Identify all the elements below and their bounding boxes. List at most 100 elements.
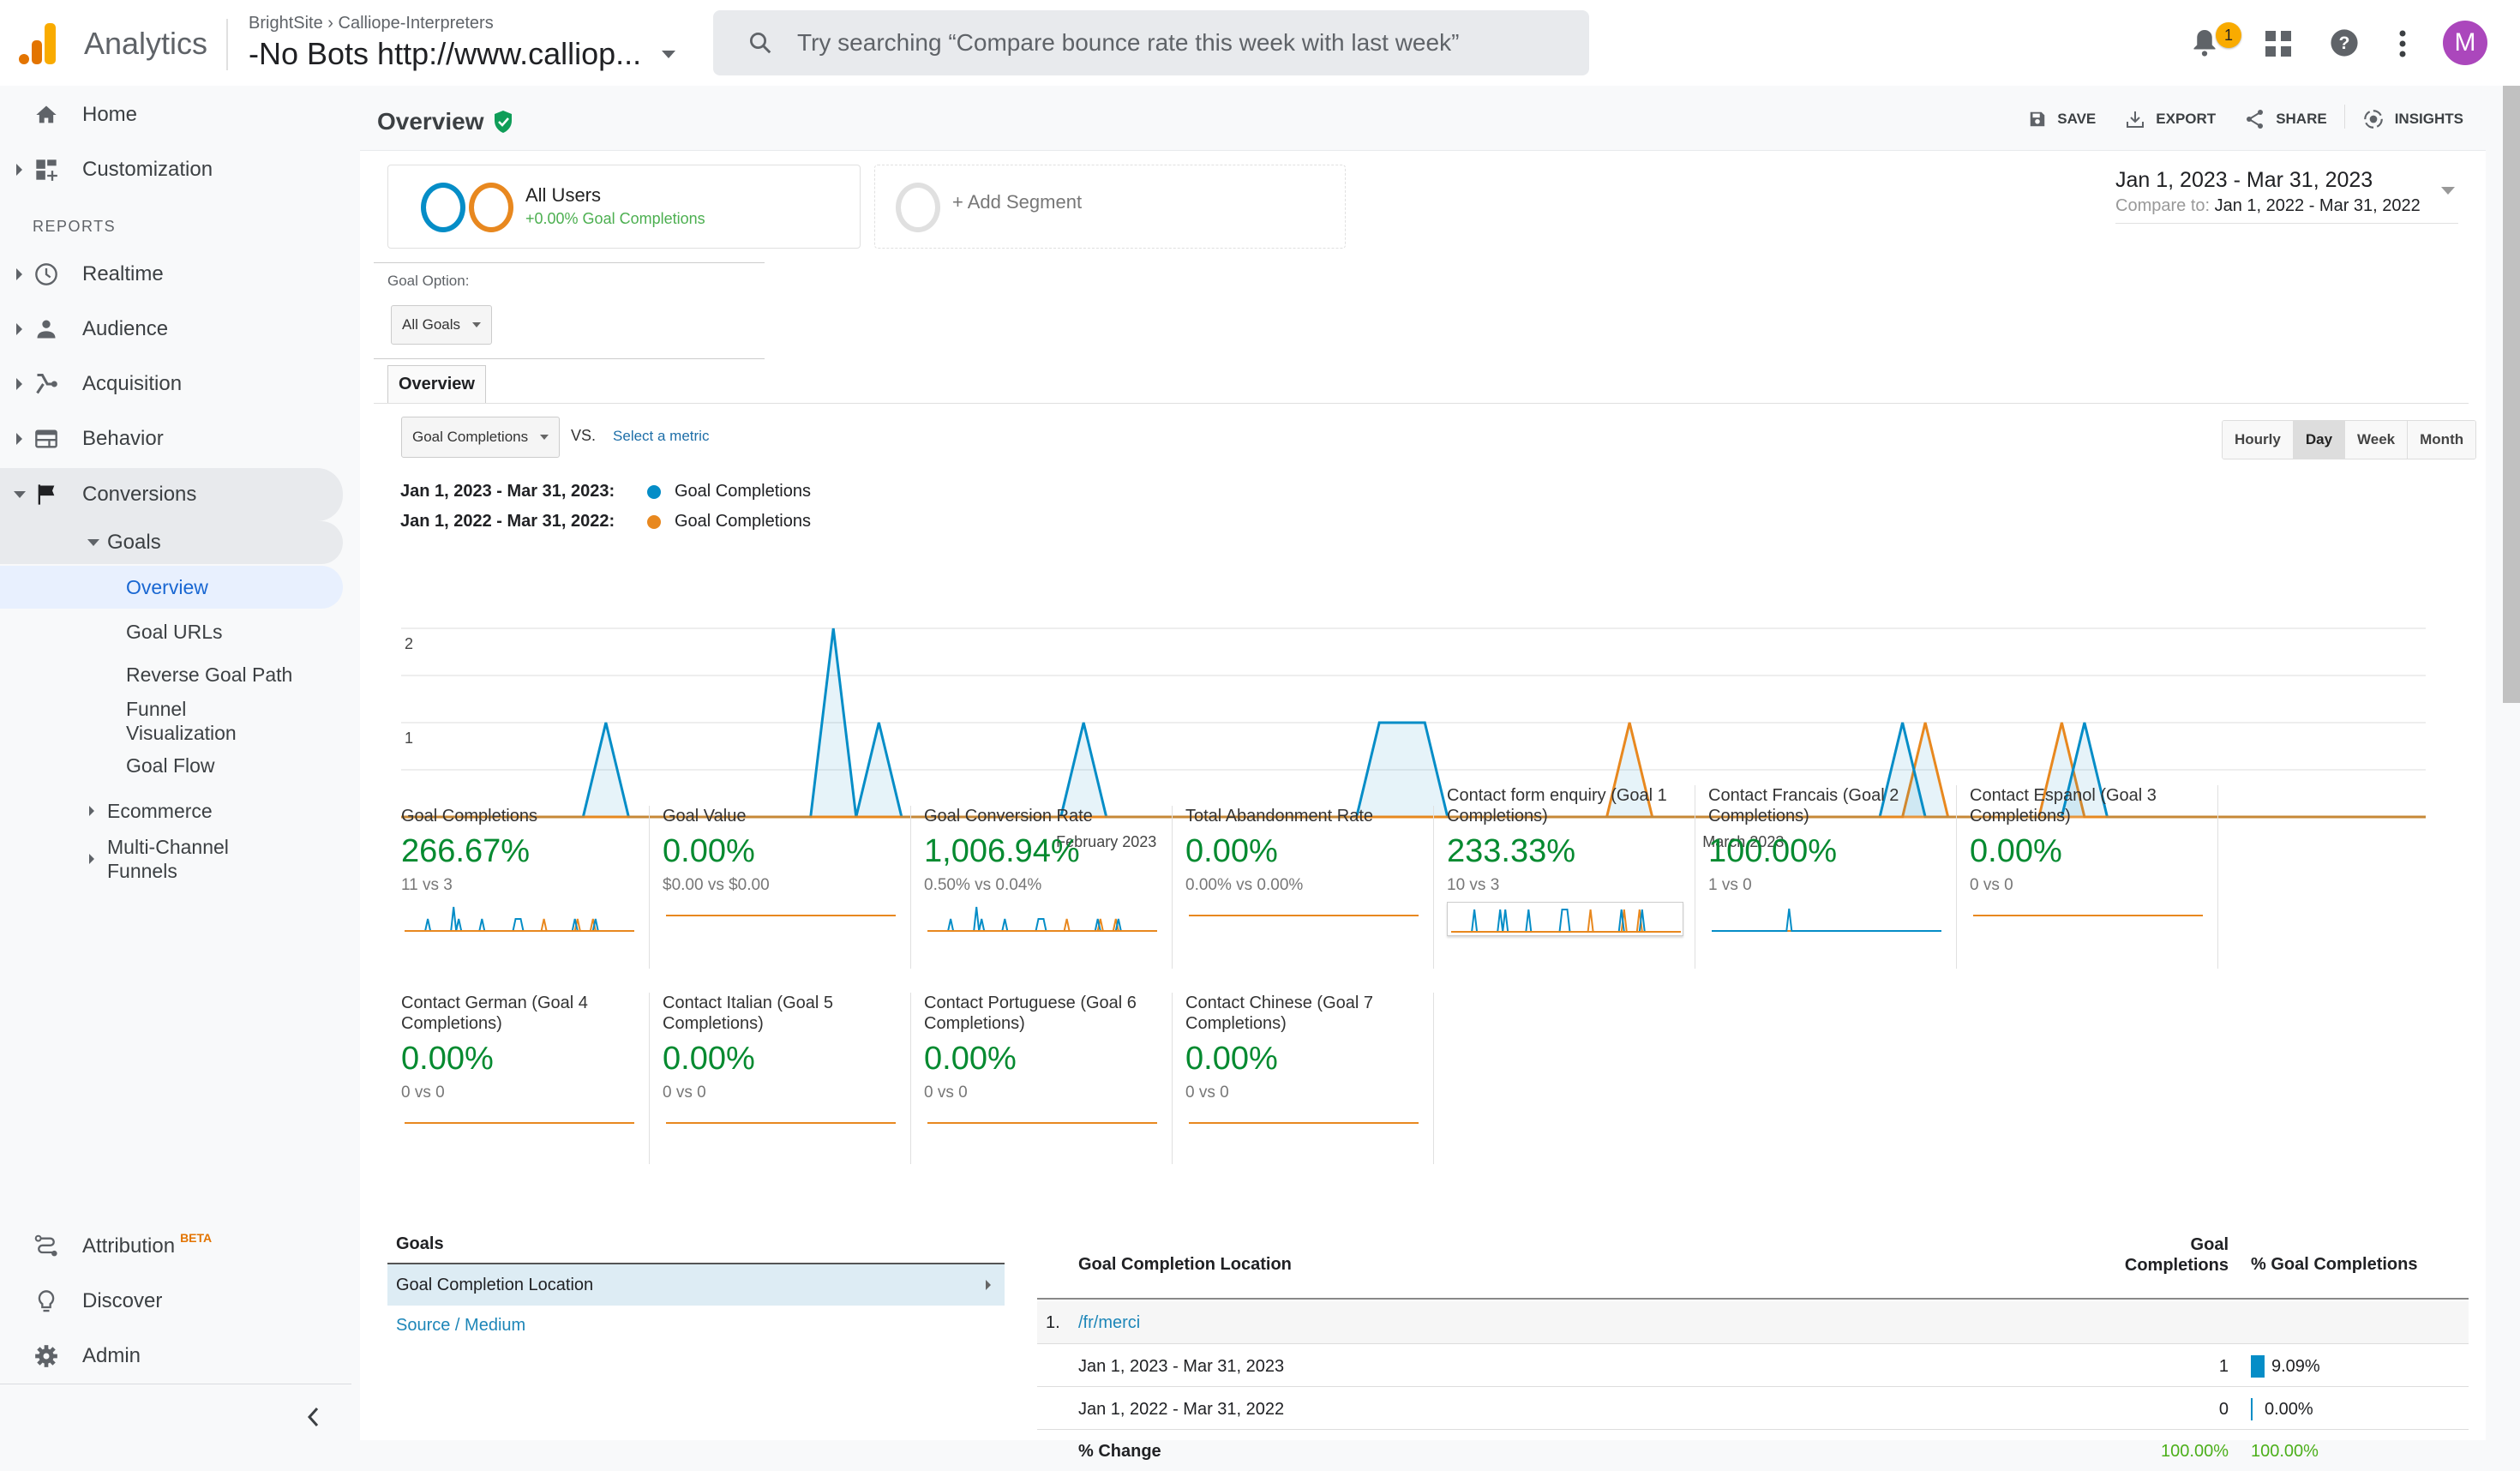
granularity-month[interactable]: Month [2408, 421, 2476, 459]
sidebar-item-admin[interactable]: Admin [0, 1330, 343, 1382]
sidebar-item-ecommerce[interactable]: Ecommerce [0, 785, 343, 837]
sidebar-item-acquisition[interactable]: Acquisition [0, 358, 343, 410]
share-button[interactable]: SHARE [2245, 108, 2327, 130]
scorecard-title: Contact Francais (Goal 2 Completions) [1708, 786, 1899, 826]
table-row-previous: Jan 1, 2022 - Mar 31, 2022 0 0.00% [1037, 1389, 2469, 1430]
select-metric-link[interactable]: Select a metric [613, 428, 709, 444]
scorecard[interactable]: Goal Conversion Rate 1,006.94% 0.50% vs 0.… [924, 806, 1173, 969]
gear-icon [35, 1345, 57, 1367]
more-vert-icon [2399, 30, 2406, 57]
vs-text: VS. [571, 427, 597, 444]
save-button[interactable]: SAVE [2028, 108, 2096, 130]
dashboard-customize-icon [36, 159, 57, 181]
expand-arrow-icon [89, 854, 94, 864]
sidebar-item-goal-urls[interactable]: Goal URLs [0, 612, 343, 651]
view-selector[interactable]: -No Bots http://www.calliop... [249, 36, 676, 72]
acquisition-merge-icon [36, 373, 57, 394]
breadcrumb[interactable]: BrightSite › Calliope-Interpreters [249, 14, 494, 33]
analytics-logo-icon[interactable] [19, 23, 57, 64]
expand-arrow-icon [16, 164, 22, 176]
scorecard[interactable]: Goal Completions 266.67% 11 vs 3 [401, 806, 650, 969]
row-index: 1. [1046, 1313, 1060, 1332]
scorecard-comparison: 0 vs 0 [1185, 1084, 1229, 1102]
page-title-text: Overview [377, 108, 484, 135]
segment-all-users[interactable]: All Users +0.00% Goal Completions [387, 165, 861, 249]
granularity-week[interactable]: Week [2345, 421, 2409, 459]
home-icon [36, 105, 57, 123]
collapse-sidebar-button[interactable] [305, 1406, 321, 1432]
add-segment-button[interactable]: + Add Segment [874, 165, 1346, 249]
column-header-completions[interactable]: Goal Completions [2117, 1234, 2229, 1276]
divider [2343, 105, 2345, 129]
scorecard[interactable]: Goal Value 0.00% $0.00 vs $0.00 [663, 806, 911, 969]
granularity-hourly[interactable]: Hourly [2223, 421, 2294, 459]
avatar[interactable]: M [2443, 21, 2487, 65]
table-row: 1. /fr/merci [1037, 1301, 2469, 1344]
help-button[interactable]: ? [2330, 28, 2359, 62]
chevron-right-icon: › [327, 14, 339, 33]
column-header-location[interactable]: Goal Completion Location [1078, 1255, 1292, 1275]
sidebar-item-goals-overview[interactable]: Overview [0, 566, 343, 609]
scorecard[interactable]: Total Abandonment Rate 0.00% 0.00% vs 0.00… [1185, 806, 1434, 969]
sparkline [405, 906, 634, 932]
sidebar-item-discover[interactable]: Discover [0, 1276, 343, 1327]
report-actions: SAVE EXPORT SHARE INSIGHTS [2028, 105, 2463, 130]
notifications-button[interactable]: 1 [2192, 22, 2241, 63]
scorecard[interactable]: Contact Portuguese (Goal 6 Completions) 0… [924, 993, 1173, 1164]
dimension-source-medium[interactable]: Source / Medium [387, 1306, 1005, 1346]
sidebar-item-audience[interactable]: Audience [0, 303, 343, 355]
search-bar[interactable] [713, 10, 1589, 75]
granularity-day[interactable]: Day [2293, 421, 2346, 459]
scorecard-value: 233.33% [1447, 833, 1576, 869]
completions-value: 1 [2218, 1357, 2229, 1376]
legend-period: Jan 1, 2023 - Mar 31, 2023: [400, 482, 615, 501]
view-name: -No Bots http://www.calliop... [249, 36, 642, 71]
sidebar-item-realtime[interactable]: Realtime [0, 249, 343, 300]
row-location-link[interactable]: /fr/merci [1078, 1313, 1140, 1333]
legend-dot-blue-icon [647, 484, 661, 499]
date-range-primary: Jan 1, 2023 - Mar 31, 2023 [2115, 168, 2373, 192]
scorecard[interactable]: Contact Chinese (Goal 7 Completions) 0.00… [1185, 993, 1434, 1164]
scorecard[interactable]: Contact German (Goal 4 Completions) 0.00%… [401, 993, 650, 1164]
more-options-button[interactable] [2397, 29, 2408, 63]
sidebar-item-label: Behavior [82, 427, 164, 450]
sidebar-item-reverse-goal-path[interactable]: Reverse Goal Path [0, 655, 343, 694]
sidebar-item-goals[interactable]: Goals [0, 521, 343, 564]
sidebar-item-customization[interactable]: Customization [0, 144, 343, 195]
collapse-arrow-icon [87, 539, 99, 546]
apps-button[interactable] [2265, 31, 2291, 61]
change-completions: 100.00% [2161, 1442, 2229, 1461]
search-input[interactable] [797, 29, 1569, 57]
legend-item-current: Jan 1, 2023 - Mar 31, 2023: Goal Complet… [400, 482, 811, 501]
insights-button[interactable]: INSIGHTS [2362, 108, 2463, 130]
chevron-down-icon [662, 50, 676, 58]
sidebar-item-multi-channel-funnels[interactable]: Multi-Channel Funnels [0, 833, 343, 885]
sidebar-item-goal-flow[interactable]: Goal Flow [0, 746, 343, 785]
tab-overview[interactable]: Overview [387, 365, 486, 403]
sidebar-item-attribution[interactable]: Attribution BETA [0, 1221, 343, 1272]
sidebar-item-label: Attribution BETA [82, 1231, 212, 1258]
scorecard[interactable]: Contact Francais (Goal 2 Completions) 100… [1708, 785, 1957, 969]
scorecard-title: Goal Value [663, 807, 747, 826]
segment-summary: +0.00% Goal Completions [525, 210, 705, 227]
scorecard[interactable]: Contact Espanol (Goal 3 Completions) 0.00… [1970, 785, 2218, 969]
scorecard[interactable]: Contact form enquiry (Goal 1 Completions… [1447, 785, 1695, 969]
column-header-pct[interactable]: % Goal Completions [2251, 1255, 2417, 1275]
divider [374, 403, 2469, 404]
sidebar-item-behavior[interactable]: Behavior [0, 413, 343, 465]
sidebar-item-funnel-visualization[interactable]: Funnel Visualization [0, 697, 257, 745]
divider [226, 19, 228, 70]
goal-option-select[interactable]: All Goals [391, 305, 493, 345]
scorecard-comparison: 11 vs 3 [401, 876, 453, 894]
export-button[interactable]: EXPORT [2125, 108, 2216, 130]
app-name: Analytics [84, 26, 208, 61]
metric-select[interactable]: Goal Completions [401, 417, 561, 458]
page-scrollbar[interactable] [2503, 86, 2520, 703]
dimension-goal-completion-location[interactable]: Goal Completion Location [387, 1264, 1005, 1306]
sparkline [1447, 902, 1683, 936]
sidebar-item-conversions[interactable]: Conversions [0, 468, 343, 521]
date-range-picker[interactable]: Jan 1, 2023 - Mar 31, 2023 Compare to: J… [2115, 168, 2458, 224]
table-row-change: % Change 100.00% 100.00% [1037, 1432, 2469, 1471]
sidebar-item-home[interactable]: Home [0, 89, 343, 141]
scorecard[interactable]: Contact Italian (Goal 5 Completions) 0.00… [663, 993, 911, 1164]
